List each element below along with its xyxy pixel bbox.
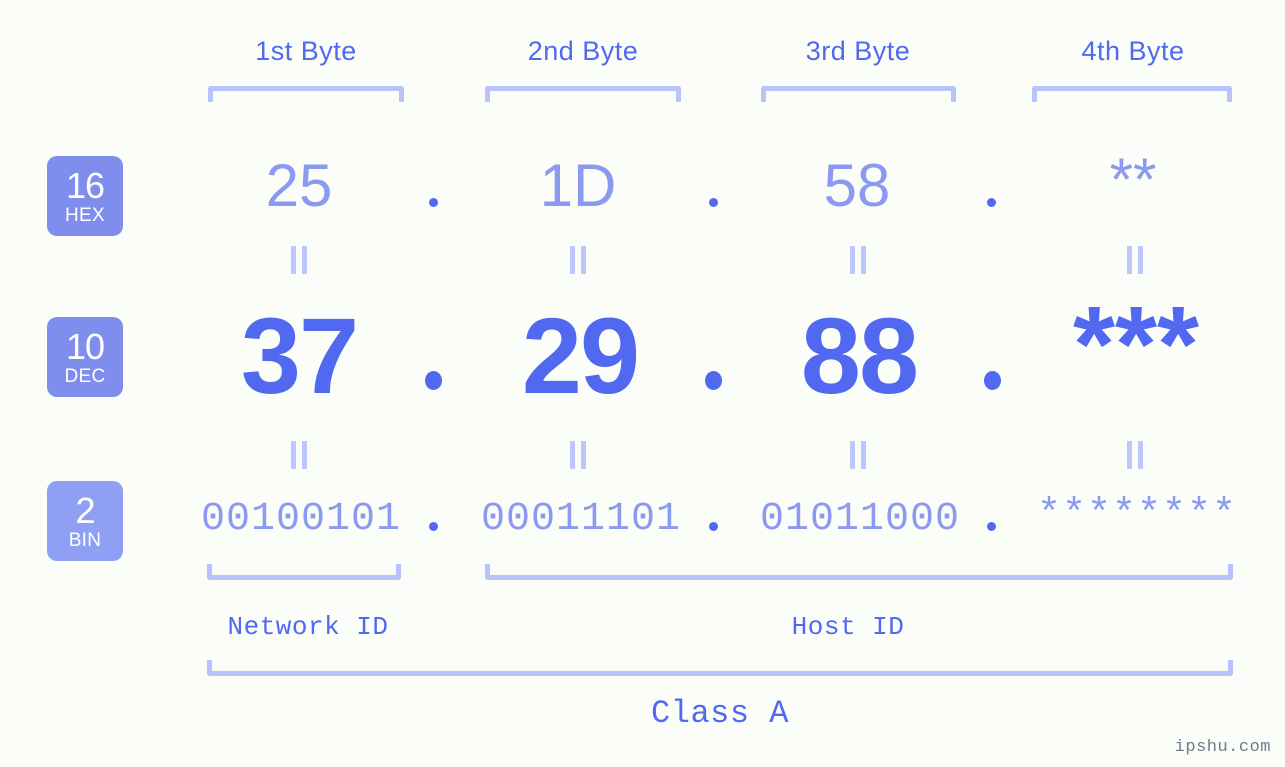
hex-separator-dot-1 — [429, 198, 438, 207]
byte-bracket-2 — [485, 86, 681, 102]
byte-bracket-3 — [761, 86, 956, 102]
hex-separator-dot-3 — [987, 198, 996, 207]
dec-separator-dot-2 — [705, 371, 722, 390]
equality-marker-dec-bin-2 — [570, 441, 587, 469]
byte-header-label-1: 1st Byte — [255, 36, 357, 66]
dec-byte-3: 88 — [800, 295, 919, 416]
base-badge-hex: 16 HEX — [47, 156, 123, 236]
equality-marker-hex-dec-1 — [291, 246, 308, 274]
byte-header-label-2: 2nd Byte — [527, 36, 639, 66]
equality-marker-dec-bin-1 — [291, 441, 308, 469]
dec-separator-dot-3 — [984, 371, 1001, 390]
site-watermark: ipshu.com — [1174, 738, 1271, 757]
bin-byte-2: 00011101 — [480, 497, 682, 542]
dec-byte-4: *** — [1072, 283, 1200, 404]
byte-header-label-4: 4th Byte — [1081, 36, 1185, 66]
equality-marker-dec-bin-4 — [1127, 441, 1144, 469]
base-badge-dec: 10 DEC — [47, 317, 123, 397]
bin-byte-1: 00100101 — [200, 497, 402, 542]
hex-separator-dot-2 — [709, 198, 718, 207]
base-badge-dec-name: DEC — [64, 365, 106, 387]
hex-byte-3: 58 — [823, 152, 891, 219]
dec-separator-dot-1 — [425, 371, 442, 390]
base-badge-hex-number: 16 — [65, 164, 105, 206]
bin-separator-dot-3 — [987, 522, 996, 531]
bin-byte-4: ******** — [1036, 493, 1238, 538]
hex-byte-2: 1D — [539, 152, 617, 219]
ip-address-breakdown-diagram: 1st Byte 2nd Byte 3rd Byte 4th Byte 16 H… — [0, 0, 1285, 767]
host-id-label: Host ID — [791, 612, 905, 642]
dec-byte-1: 37 — [240, 295, 359, 416]
equality-marker-hex-dec-2 — [570, 246, 587, 274]
equality-marker-dec-bin-3 — [850, 441, 867, 469]
hex-byte-4: ** — [1109, 146, 1157, 213]
host-id-bracket — [485, 564, 1233, 580]
base-badge-bin-name: BIN — [68, 529, 102, 551]
byte-bracket-1 — [208, 86, 404, 102]
equality-marker-hex-dec-4 — [1127, 246, 1144, 274]
bin-byte-3: 01011000 — [759, 497, 961, 542]
base-badge-bin-number: 2 — [75, 489, 95, 531]
class-bracket — [207, 660, 1233, 676]
class-label: Class A — [651, 695, 789, 732]
byte-bracket-4 — [1032, 86, 1232, 102]
base-badge-bin: 2 BIN — [47, 481, 123, 561]
hex-byte-1: 25 — [265, 152, 333, 219]
bin-separator-dot-2 — [709, 522, 718, 531]
bin-separator-dot-1 — [429, 522, 438, 531]
base-badge-dec-number: 10 — [65, 325, 105, 367]
byte-header-label-3: 3rd Byte — [805, 36, 911, 66]
dec-byte-2: 29 — [521, 295, 640, 416]
network-id-bracket — [207, 564, 401, 580]
network-id-label: Network ID — [227, 612, 389, 642]
base-badge-hex-name: HEX — [65, 204, 105, 226]
equality-marker-hex-dec-3 — [850, 246, 867, 274]
